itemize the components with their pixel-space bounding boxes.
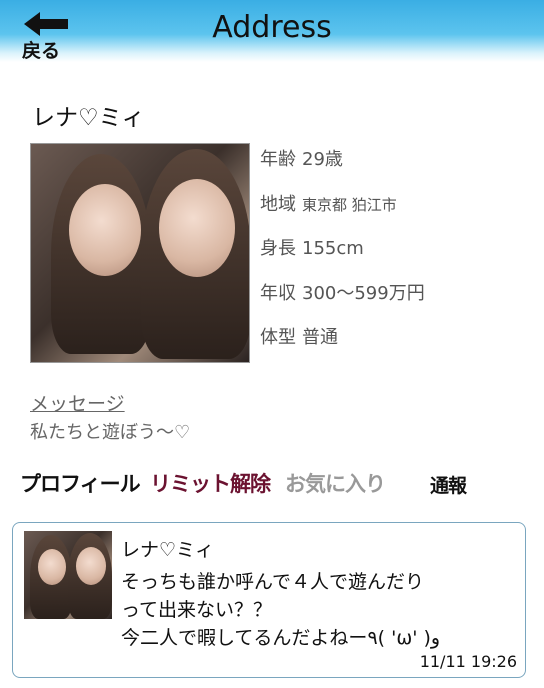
info-row-body: 体型 普通	[260, 323, 338, 349]
tab-profile[interactable]: プロフィール	[20, 468, 141, 498]
profile-name: レナ♡ミィ	[32, 105, 145, 131]
face-shape	[159, 179, 235, 277]
profile-photo[interactable]	[30, 143, 250, 363]
info-row-income: 年収 300〜599万円	[260, 279, 425, 305]
message-text: 私たちと遊ぼう〜♡	[30, 422, 191, 443]
page-title: Address	[212, 10, 332, 45]
header-bar: 戻る Address	[0, 0, 544, 62]
sender-avatar	[24, 531, 112, 619]
face-shape	[69, 184, 141, 276]
info-row-area: 地域 東京都 狛江市	[260, 190, 397, 216]
message-line: って出来ない？？	[121, 599, 273, 621]
info-value: 300〜599万円	[302, 283, 425, 304]
sender-name: レナ♡ミィ	[121, 539, 215, 561]
message-link[interactable]: メッセージ	[30, 389, 125, 416]
info-key: 体型	[260, 327, 296, 348]
info-value: 普通	[302, 327, 338, 348]
message-card[interactable]: レナ♡ミィ そっちも誰か呼んで４人で遊んだり って出来ない？？ 今二人で暇してる…	[12, 522, 526, 678]
info-value: 29歳	[302, 149, 343, 170]
info-row-height: 身長 155cm	[260, 234, 364, 260]
message-timestamp: 11/11 19:26	[419, 652, 517, 671]
tab-limit-release[interactable]: リミット解除	[150, 468, 271, 498]
message-line: 今二人で暇してるんだよねー٩( 'ω' )و	[121, 627, 441, 649]
info-value: 155cm	[302, 238, 364, 259]
info-key: 身長	[260, 238, 296, 259]
face-shape	[76, 547, 106, 585]
message-line: そっちも誰か呼んで４人で遊んだり	[121, 571, 425, 593]
face-shape	[38, 549, 66, 585]
info-key: 年齢	[260, 149, 296, 170]
info-key: 地域	[260, 194, 296, 215]
info-key: 年収	[260, 283, 296, 304]
info-row-age: 年齢 29歳	[260, 145, 343, 171]
info-value: 東京都 狛江市	[302, 196, 397, 214]
tab-report[interactable]: 通報	[430, 471, 467, 498]
tab-favorite[interactable]: お気に入り	[285, 468, 386, 498]
